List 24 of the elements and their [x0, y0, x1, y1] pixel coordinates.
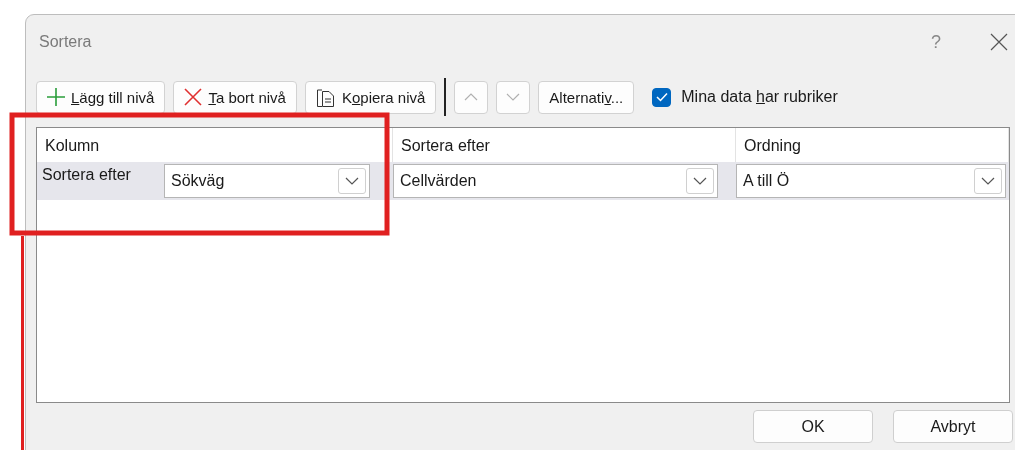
checkmark-icon	[655, 92, 668, 102]
copy-icon	[315, 87, 336, 107]
close-icon	[990, 33, 1008, 51]
cancel-button[interactable]: Avbryt	[893, 410, 1013, 443]
dropdown[interactable]: Sökväg	[164, 164, 370, 198]
checkbox[interactable]	[652, 87, 672, 107]
window-title: Sortera	[39, 33, 93, 51]
chevron-down-icon	[345, 177, 359, 185]
add-level-button[interactable]: Lägg till nivå	[36, 80, 166, 114]
row-label: Sortera efter	[41, 165, 132, 184]
checkbox-label: Mina data har rubriker	[681, 88, 838, 106]
options-button[interactable]: Alternativ...	[538, 80, 635, 114]
chevron-down-icon	[981, 177, 995, 185]
chevron-down-icon	[693, 177, 707, 185]
chevron-up-icon	[464, 93, 479, 101]
dropdown[interactable]: Cellvärden	[393, 164, 718, 198]
delete-level-button[interactable]: Ta bort nivå	[173, 80, 297, 114]
plus-icon	[47, 88, 65, 106]
copy-level-button[interactable]: Kopiera nivå	[304, 80, 437, 114]
chevron-down-icon	[506, 93, 521, 101]
ok-button[interactable]: OK	[753, 410, 873, 443]
cross-icon	[184, 88, 203, 106]
dropdown[interactable]: A till Ö	[736, 164, 1006, 198]
sort-level-row[interactable]: Sortera efter Sökväg Cellvärden A till Ö	[37, 162, 1009, 200]
